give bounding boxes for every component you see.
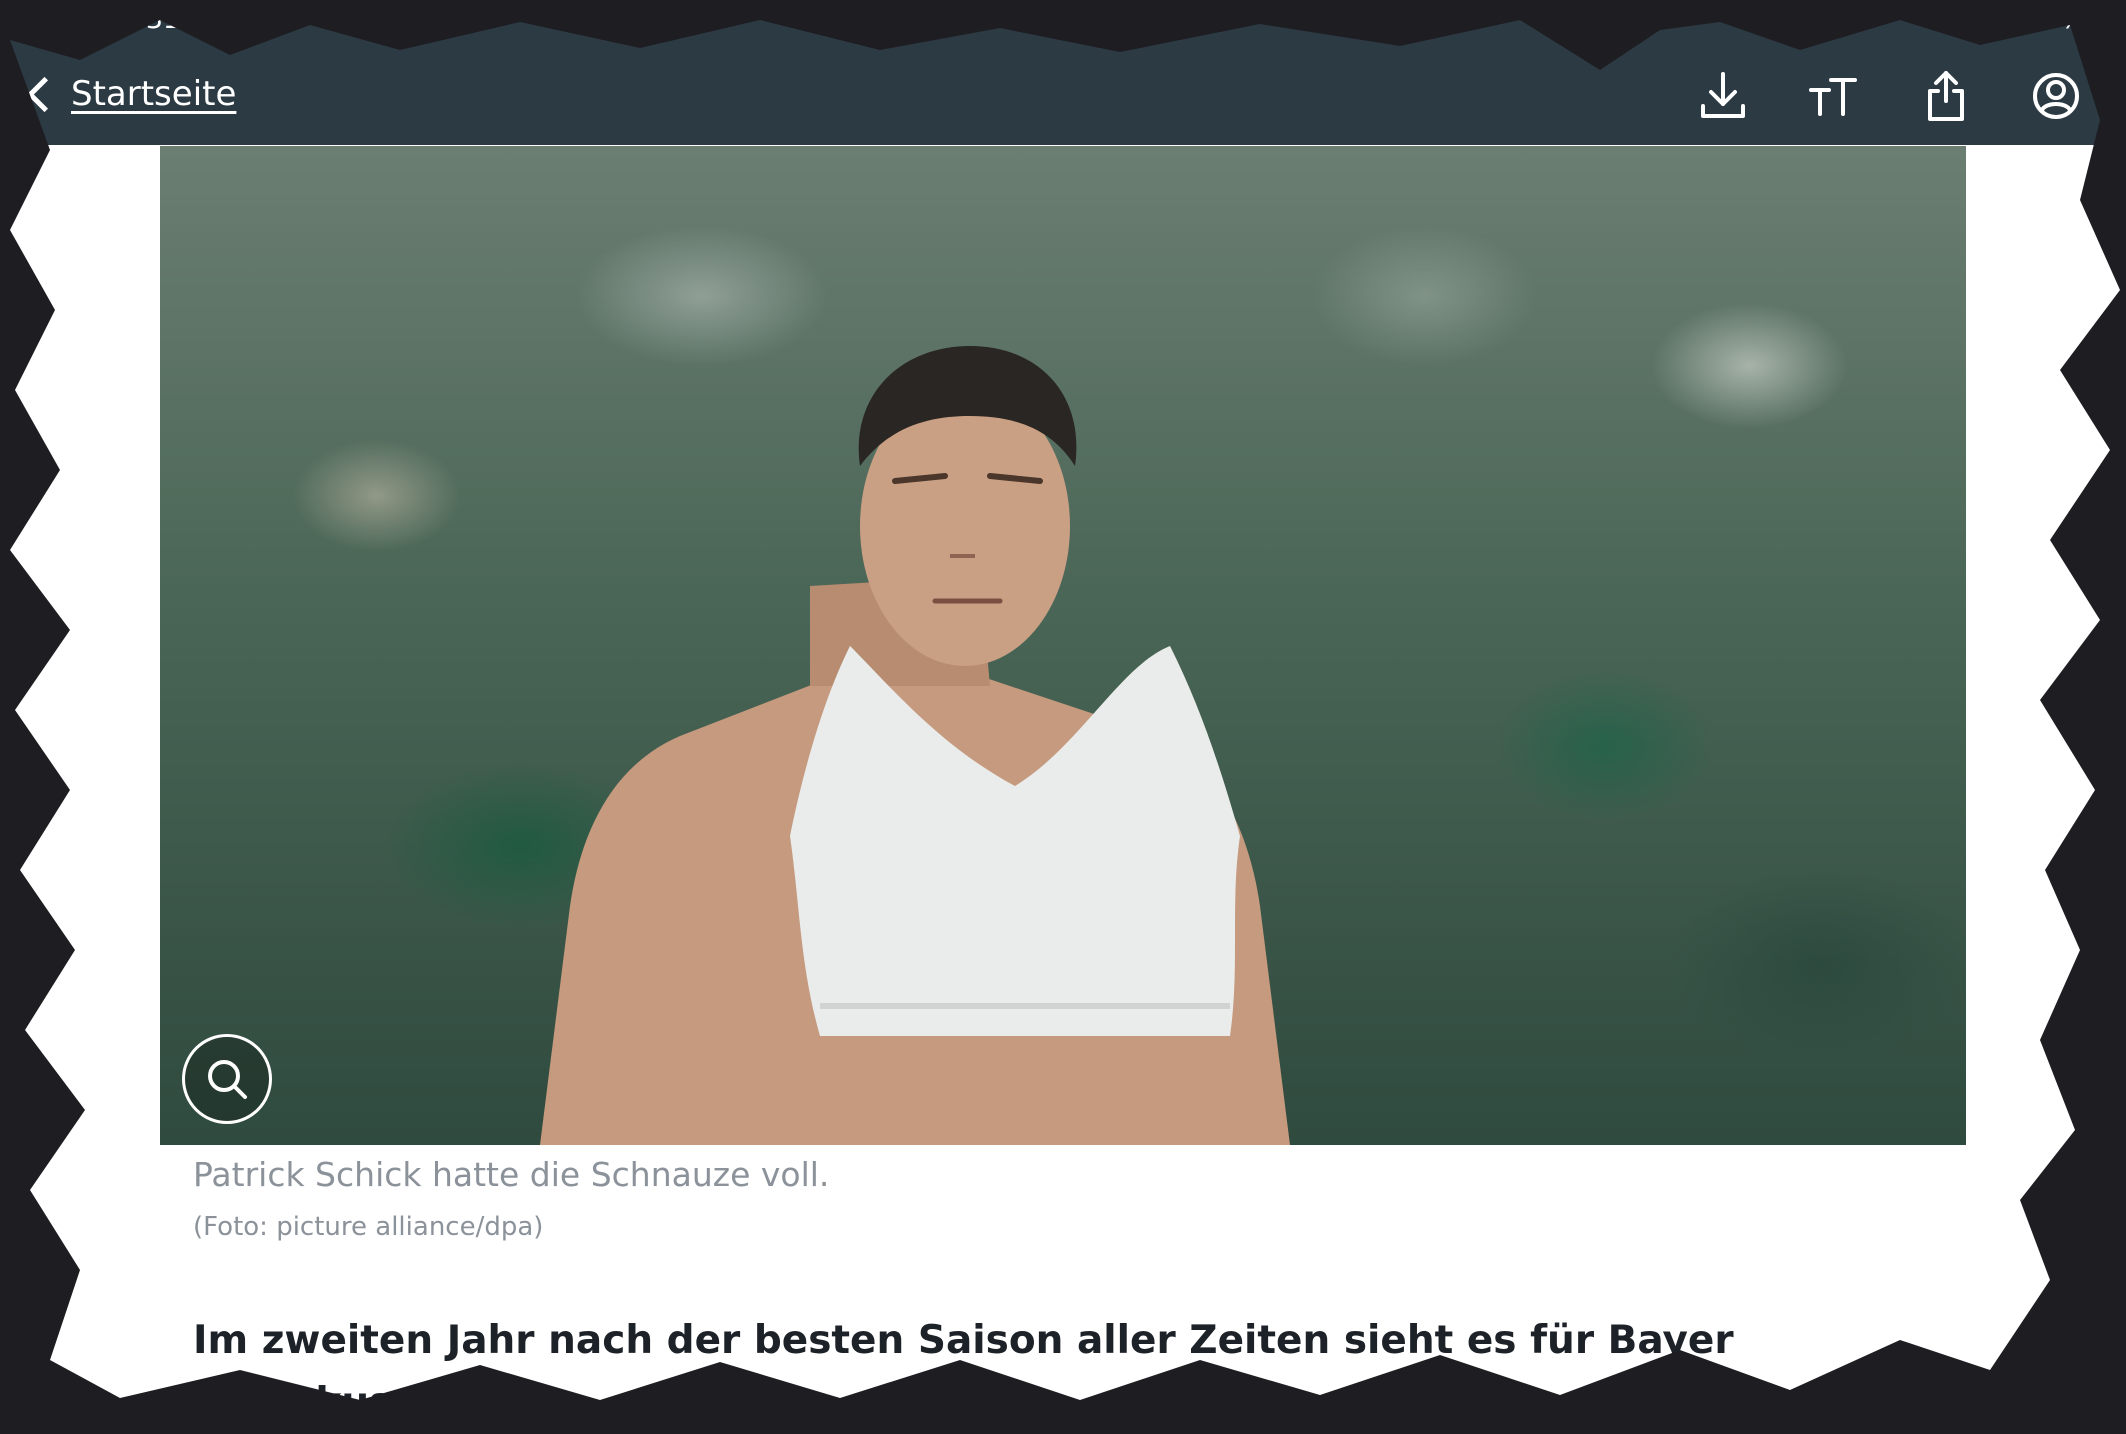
battery-icon [2090, 8, 2118, 30]
status-battery: 35 % [2017, 4, 2086, 35]
article-lead: Im zweiten Jahr nach der besten Saison a… [193, 1318, 1734, 1425]
image-caption: Patrick Schick hatte die Schnauze voll. [193, 1155, 830, 1194]
player-illustration [540, 346, 1290, 1145]
share-icon[interactable] [1916, 66, 1976, 126]
image-credit: (Foto: picture alliance/dpa) [193, 1212, 544, 1242]
chevron-left-icon [26, 76, 63, 112]
back-label: Startseite [71, 74, 237, 114]
status-date: g 31. Aug. [120, 4, 259, 35]
status-bar: 17:02 g 31. Aug. 35 % [0, 0, 2126, 44]
download-icon[interactable] [1693, 66, 1753, 126]
status-time: 17:02 [14, 4, 92, 35]
app-frame: 17:02 g 31. Aug. 35 % Startseite Patrick… [0, 0, 2126, 1425]
account-icon[interactable] [2026, 66, 2086, 126]
magnifier-icon [208, 1060, 247, 1099]
back-button[interactable]: Startseite [22, 68, 236, 120]
top-navbar: Startseite [0, 44, 2126, 145]
image-zoom-button[interactable] [182, 1034, 272, 1124]
article-hero-image [160, 146, 1966, 1145]
text-size-icon[interactable] [1803, 66, 1863, 126]
